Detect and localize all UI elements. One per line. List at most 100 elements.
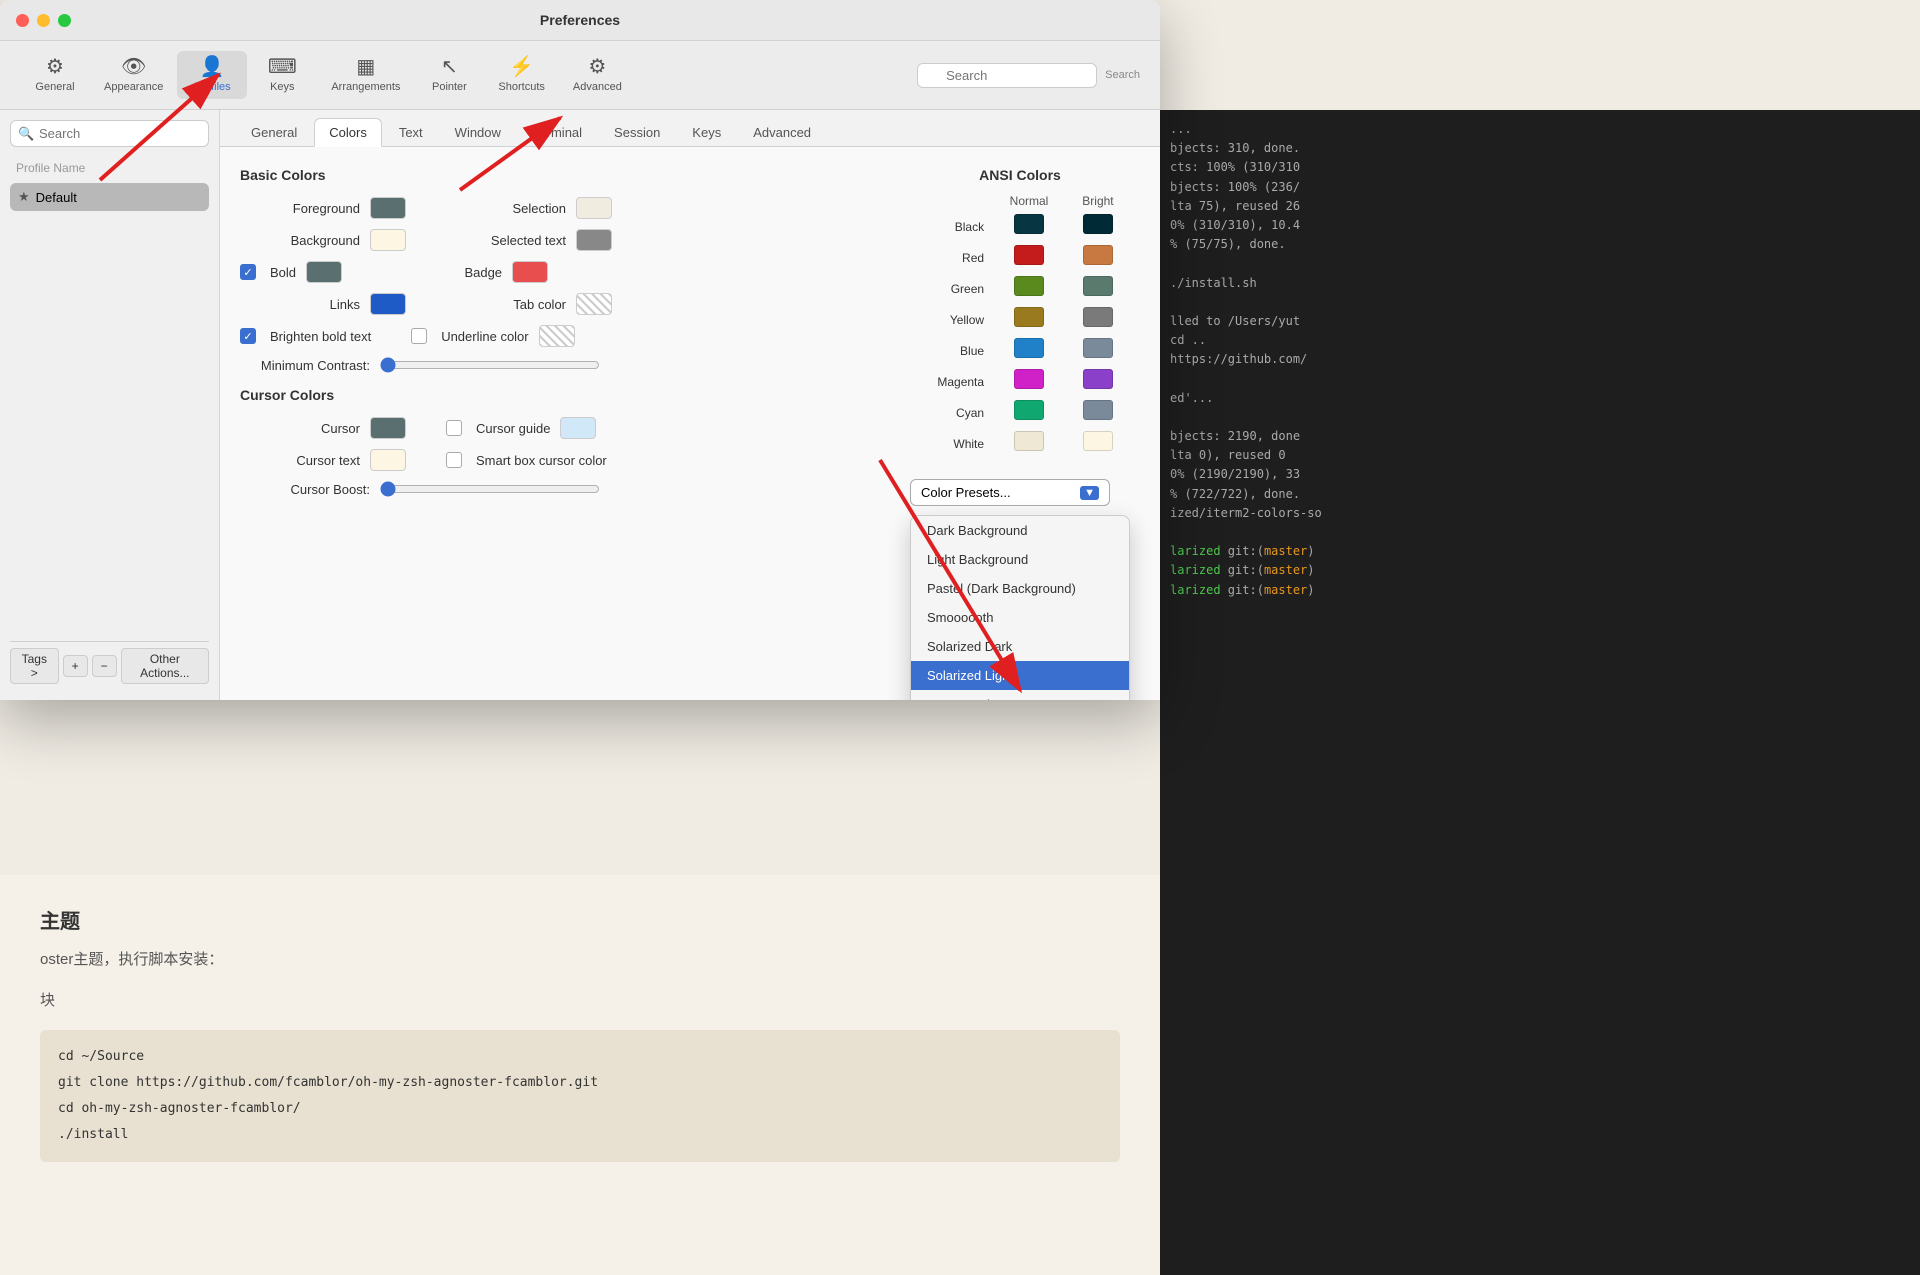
ansi-bright-swatch[interactable] xyxy=(1083,338,1113,358)
toolbar-item-keys[interactable]: ⌨ Keys xyxy=(247,51,317,99)
toolbar-search-input[interactable] xyxy=(917,63,1097,88)
selected-text-swatch[interactable] xyxy=(576,229,612,251)
profile-item-label: Default xyxy=(36,190,77,205)
term-line: 0% (310/310), 10.4 xyxy=(1170,216,1910,235)
cursor-guide-checkbox[interactable] xyxy=(446,420,462,436)
cursor-boost-row: Cursor Boost: xyxy=(240,481,870,497)
ansi-row: Green xyxy=(910,273,1130,304)
preset-light-background[interactable]: Light Background xyxy=(911,545,1129,574)
links-swatch[interactable] xyxy=(370,293,406,315)
ansi-bright-header: Bright xyxy=(1066,191,1130,211)
advanced-icon: ⚙ xyxy=(588,57,606,77)
cursor-guide-label: Cursor guide xyxy=(476,421,550,436)
preset-dark-background[interactable]: Dark Background xyxy=(911,516,1129,545)
badge-swatch[interactable] xyxy=(512,261,548,283)
term-line: bjects: 2190, done xyxy=(1170,427,1910,446)
ansi-normal-swatch[interactable] xyxy=(1014,400,1044,420)
toolbar-item-shortcuts[interactable]: ⚡ Shortcuts xyxy=(484,51,558,99)
ansi-normal-swatch[interactable] xyxy=(1014,214,1044,234)
tags-button[interactable]: Tags > xyxy=(10,648,59,684)
ansi-bright-swatch[interactable] xyxy=(1083,307,1113,327)
toolbar-label-arrangements: Arrangements xyxy=(331,81,400,93)
cursor-text-swatch[interactable] xyxy=(370,449,406,471)
ansi-normal-swatch[interactable] xyxy=(1014,431,1044,451)
preset-smoooooth[interactable]: Smoooooth xyxy=(911,603,1129,632)
selected-text-item: Selected text xyxy=(446,229,612,251)
tab-window[interactable]: Window xyxy=(440,118,516,146)
ansi-bright-swatch[interactable] xyxy=(1083,369,1113,389)
profile-list-header: Profile Name xyxy=(10,157,209,179)
profile-item-default[interactable]: ★ Default xyxy=(10,183,209,211)
ansi-normal-swatch[interactable] xyxy=(1014,369,1044,389)
sidebar-search-icon: 🔍 xyxy=(18,126,34,142)
bold-swatch[interactable] xyxy=(306,261,342,283)
add-profile-button[interactable]: + xyxy=(63,655,88,677)
ansi-bright-swatch[interactable] xyxy=(1083,214,1113,234)
sidebar-search-input[interactable] xyxy=(10,120,209,147)
minimize-button[interactable] xyxy=(37,14,50,27)
close-button[interactable] xyxy=(16,14,29,27)
term-line: 0% (2190/2190), 33 xyxy=(1170,465,1910,484)
cursor-guide-row: Cursor Cursor guide xyxy=(240,417,870,439)
ansi-normal-swatch[interactable] xyxy=(1014,338,1044,358)
ansi-bright-swatch[interactable] xyxy=(1083,276,1113,296)
ansi-normal-swatch[interactable] xyxy=(1014,307,1044,327)
presets-btn-label: Color Presets... xyxy=(921,485,1011,500)
ansi-row: Cyan xyxy=(910,397,1130,428)
color-presets-button[interactable]: Color Presets... ▼ xyxy=(910,479,1110,506)
tab-colors[interactable]: Colors xyxy=(314,118,382,147)
toolbar-label-general: General xyxy=(35,81,74,93)
chinese-title: 主题 xyxy=(40,905,1120,934)
tab-general[interactable]: General xyxy=(236,118,312,146)
underline-color-checkbox[interactable] xyxy=(411,328,427,344)
tab-keys[interactable]: Keys xyxy=(677,118,736,146)
tab-color-swatch[interactable] xyxy=(576,293,612,315)
ansi-bright-swatch[interactable] xyxy=(1083,400,1113,420)
background-swatch[interactable] xyxy=(370,229,406,251)
foreground-swatch[interactable] xyxy=(370,197,406,219)
bold-checkbox[interactable]: ✓ xyxy=(240,264,256,280)
toolbar-item-profiles[interactable]: 👤 Profiles xyxy=(177,51,247,99)
ansi-row: Magenta xyxy=(910,366,1130,397)
preset-pastel-dark[interactable]: Pastel (Dark Background) xyxy=(911,574,1129,603)
colors-right: ANSI Colors Normal Bright Black xyxy=(910,167,1140,680)
cursor-swatch[interactable] xyxy=(370,417,406,439)
ansi-normal-swatch[interactable] xyxy=(1014,245,1044,265)
cursor-boost-slider[interactable] xyxy=(380,481,600,497)
remove-profile-button[interactable]: − xyxy=(92,655,117,677)
tab-advanced[interactable]: Advanced xyxy=(738,118,826,146)
toolbar-label-profiles: Profiles xyxy=(194,81,231,93)
toolbar-item-pointer[interactable]: ↖ Pointer xyxy=(414,51,484,99)
cursor-guide-swatch[interactable] xyxy=(560,417,596,439)
preset-solarized-light[interactable]: Solarized Light xyxy=(911,661,1129,690)
underline-color-label: Underline color xyxy=(441,329,528,344)
preset-tango-dark[interactable]: Tango Dark xyxy=(911,690,1129,700)
tab-color-item: Tab color xyxy=(446,293,612,315)
badge-item: Badge xyxy=(382,261,548,283)
chinese-content-area: 主题 oster主题，执行脚本安装： 块 cd ~/Source git clo… xyxy=(0,875,1160,1275)
brighten-bold-checkbox[interactable]: ✓ xyxy=(240,328,256,344)
cursor-text-label: Cursor text xyxy=(240,453,360,468)
maximize-button[interactable] xyxy=(58,14,71,27)
smart-box-cursor-item: Smart box cursor color xyxy=(446,452,607,468)
ansi-normal-swatch[interactable] xyxy=(1014,276,1044,296)
toolbar-item-general[interactable]: ⚙ General xyxy=(20,51,90,99)
shortcuts-icon: ⚡ xyxy=(509,57,534,77)
toolbar-item-appearance[interactable]: 👁 Appearance xyxy=(90,51,177,99)
tab-terminal[interactable]: Terminal xyxy=(518,118,597,146)
other-actions-button[interactable]: Other Actions... xyxy=(121,648,209,684)
terminal-panel: ... bjects: 310, done. cts: 100% (310/31… xyxy=(1160,110,1920,1275)
basic-colors-title: Basic Colors xyxy=(240,167,870,183)
tab-session[interactable]: Session xyxy=(599,118,675,146)
selection-swatch[interactable] xyxy=(576,197,612,219)
person-icon: 👤 xyxy=(200,57,225,77)
tab-text[interactable]: Text xyxy=(384,118,438,146)
toolbar-item-arrangements[interactable]: ▦ Arrangements xyxy=(317,51,414,99)
preset-solarized-dark[interactable]: Solarized Dark xyxy=(911,632,1129,661)
smart-box-cursor-checkbox[interactable] xyxy=(446,452,462,468)
minimum-contrast-slider[interactable] xyxy=(380,357,600,373)
underline-color-swatch[interactable] xyxy=(539,325,575,347)
ansi-bright-swatch[interactable] xyxy=(1083,245,1113,265)
toolbar-item-advanced[interactable]: ⚙ Advanced xyxy=(559,51,636,99)
ansi-bright-swatch[interactable] xyxy=(1083,431,1113,451)
